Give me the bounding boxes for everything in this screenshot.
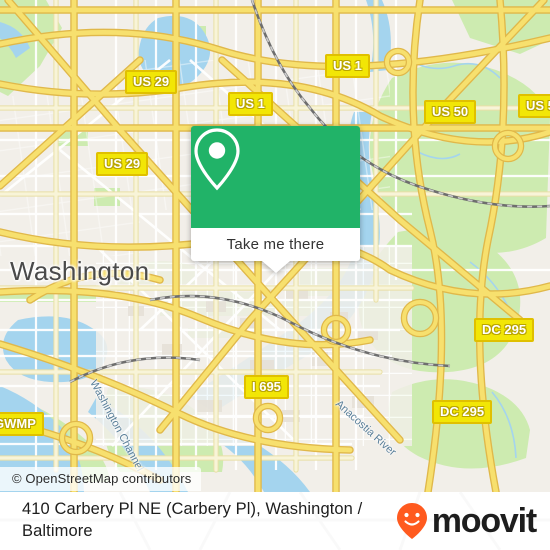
callout-tail-pointer — [261, 261, 290, 273]
road-shield-i-695: I 695 — [244, 375, 289, 399]
map-pin-icon — [194, 128, 240, 191]
road-shield-dc-295: DC 295 — [432, 400, 493, 424]
road-shield-us-50: US 50 — [518, 94, 550, 118]
road-shield-us-50: US 50 — [424, 100, 477, 124]
moovit-logo[interactable]: moovit — [396, 502, 537, 540]
road-shield-us-29: US 29 — [96, 152, 149, 176]
road-shield-dc-295: DC 295 — [474, 318, 535, 342]
road-shield-us-1: US 1 — [325, 54, 370, 78]
road-shield-us-29: US 29 — [125, 70, 178, 94]
location-title: 410 Carbery Pl NE (Carbery Pl), Washingt… — [22, 500, 363, 540]
moovit-location-card: Washington Washington Channel Anacostia … — [0, 0, 550, 550]
map-place-label-washington: Washington — [10, 256, 150, 286]
map-canvas[interactable]: Washington Washington Channel Anacostia … — [0, 0, 550, 492]
take-me-there-label: Take me there — [226, 236, 325, 253]
take-me-there-button[interactable]: Take me there — [191, 228, 360, 261]
road-shield-us-1: US 1 — [228, 92, 273, 116]
moovit-smiley-pin-icon — [396, 503, 427, 539]
road-shield-gwmp: GWMP — [0, 412, 44, 436]
callout-pin-panel — [191, 126, 360, 228]
destination-callout-card[interactable]: Take me there — [191, 126, 360, 273]
moovit-wordmark: moovit — [431, 502, 537, 540]
osm-attribution[interactable]: © OpenStreetMap contributors — [0, 467, 202, 491]
footer-bar: 410 Carbery Pl NE (Carbery Pl), Washingt… — [0, 492, 550, 550]
